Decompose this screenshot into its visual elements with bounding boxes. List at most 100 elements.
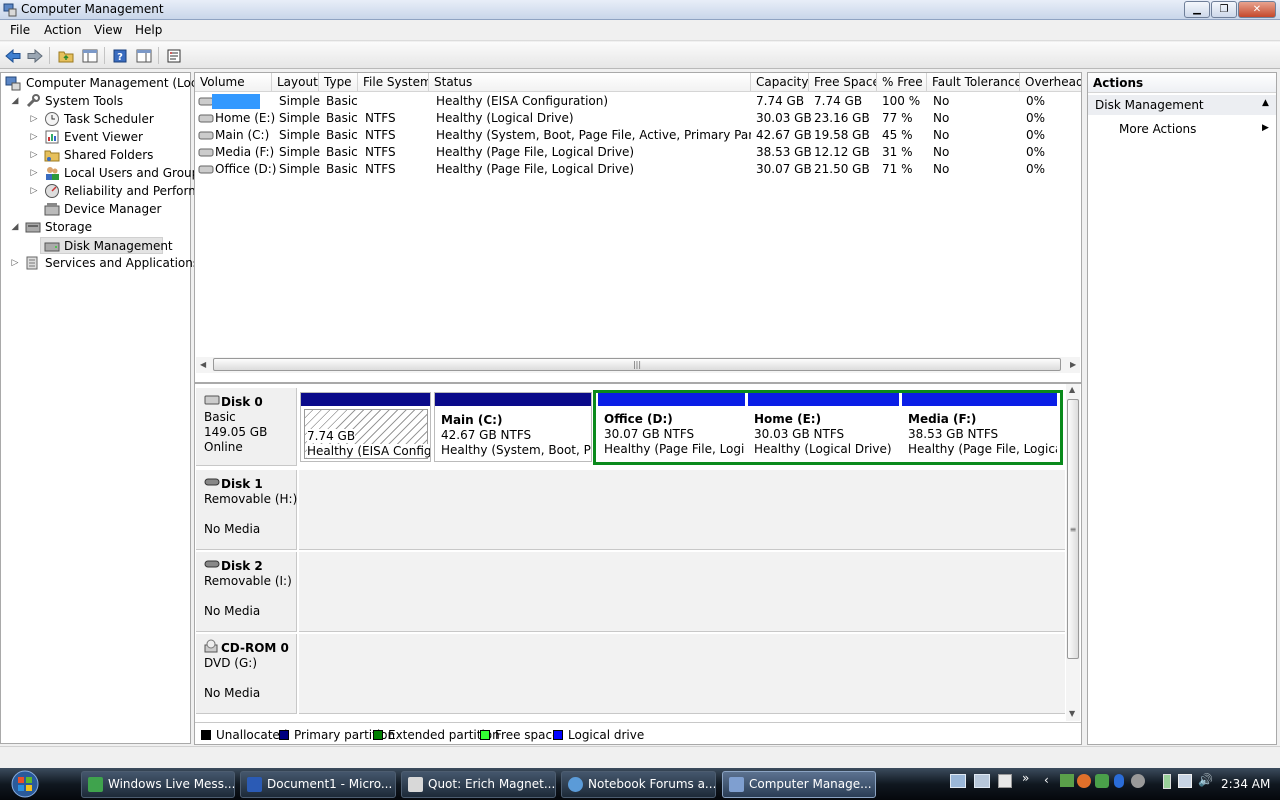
taskbar-item-quote-window[interactable]: Quot: Erich Magnet...	[401, 771, 556, 798]
tree-item-event-viewer[interactable]: ▷ Event Viewer	[1, 129, 190, 146]
collapsed-triangle-icon[interactable]: ▷	[29, 147, 39, 164]
quick-launch-desktop-icon[interactable]	[950, 774, 966, 788]
expanded-triangle-icon[interactable]: ◢	[10, 219, 20, 236]
column-header[interactable]: Capacity	[751, 73, 809, 92]
tray-app-icon[interactable]	[1131, 774, 1145, 788]
partition-main-c[interactable]: Main (C:) 42.67 GB NTFS Healthy (System,…	[434, 392, 592, 462]
taskbar-item-computer-management[interactable]: Computer Manage...	[722, 771, 876, 798]
quick-launch-switch-icon[interactable]	[974, 774, 990, 788]
cell-capacity: 30.03 GB	[756, 111, 812, 125]
tree-item-task-scheduler[interactable]: ▷ Task Scheduler	[1, 111, 190, 128]
disk-view-vertical-scrollbar[interactable]: ▲ ≡ ▼	[1066, 384, 1080, 721]
menu-action[interactable]: Action	[44, 23, 82, 37]
tree-item-computer-management[interactable]: Computer Management (Local	[1, 75, 208, 92]
start-button[interactable]	[4, 769, 46, 799]
volume-list-horizontal-scrollbar[interactable]: ◀ ||| ▶	[196, 357, 1080, 373]
scroll-up-icon[interactable]: ▲	[1069, 385, 1075, 394]
scroll-left-icon[interactable]: ◀	[200, 360, 206, 369]
scroll-right-icon[interactable]: ▶	[1070, 360, 1076, 369]
tree-item-shared-folders[interactable]: ▷ Shared Folders	[1, 147, 190, 164]
collapsed-triangle-icon[interactable]: ▷	[29, 165, 39, 182]
tray-battery-icon[interactable]	[1163, 774, 1171, 789]
disk-0-info[interactable]: Disk 0 Basic 149.05 GB Online	[196, 388, 297, 466]
actions-section-disk-management[interactable]: Disk Management ▲	[1088, 95, 1276, 115]
scroll-thumb[interactable]: ≡	[1067, 399, 1079, 659]
cell-pct: 77 %	[882, 111, 913, 125]
volume-name-selected[interactable]	[212, 94, 260, 109]
tree-item-local-users[interactable]: ▷ Local Users and Groups	[1, 165, 206, 182]
tray-network-connection-icon[interactable]	[1178, 774, 1192, 788]
tree-item-services[interactable]: ▷ Services and Applications	[1, 255, 200, 272]
forward-arrow-icon[interactable]	[25, 46, 45, 65]
tray-bluetooth-icon[interactable]	[1114, 774, 1124, 788]
show-hide-tree-icon[interactable]	[80, 46, 100, 65]
column-header[interactable]: Volume	[195, 73, 272, 92]
tree-item-system-tools[interactable]: ◢ System Tools	[1, 93, 190, 110]
tree-item-storage[interactable]: ◢ Storage	[1, 219, 190, 236]
close-button[interactable]: ✕	[1238, 1, 1276, 18]
partition-office-d[interactable]: Office (D:) 30.07 GB NTFS Healthy (Page …	[598, 393, 745, 461]
table-row[interactable]: Main (C:) Simple Basic NTFS Healthy (Sys…	[195, 127, 1081, 144]
menu-file[interactable]: File	[10, 23, 30, 37]
table-row[interactable]: Office (D:) Simple Basic NTFS Healthy (P…	[195, 161, 1081, 178]
collapsed-triangle-icon[interactable]: ▷	[29, 111, 39, 128]
tray-browser-icon[interactable]	[1077, 774, 1091, 788]
expanded-triangle-icon[interactable]: ◢	[10, 93, 20, 110]
tree-item-reliability[interactable]: ▷ Reliability and Performa	[1, 183, 207, 200]
partition-home-e[interactable]: Home (E:) 30.03 GB NTFS Healthy (Logical…	[748, 393, 899, 461]
partition-size: 42.67 GB NTFS	[441, 428, 532, 442]
cell-fs: NTFS	[365, 128, 396, 142]
up-folder-icon[interactable]	[56, 46, 76, 65]
column-header[interactable]: % Free	[877, 73, 927, 92]
column-header[interactable]: Status	[429, 73, 751, 92]
column-header[interactable]: Overhead	[1020, 73, 1081, 92]
tree-label: Local Users and Groups	[64, 166, 206, 180]
column-header[interactable]: Layout	[272, 73, 319, 92]
show-hide-action-pane-icon[interactable]	[134, 46, 154, 65]
partition-status: Healthy (Page File, Logica	[604, 442, 745, 456]
cdrom-0-info[interactable]: CD-ROM 0 DVD (G:) No Media	[196, 634, 297, 714]
menu-view[interactable]: View	[94, 23, 122, 37]
clock[interactable]: 2:34 AM	[1221, 777, 1270, 791]
legend-swatch	[480, 730, 490, 740]
table-row[interactable]: Media (F:) Simple Basic NTFS Healthy (Pa…	[195, 144, 1081, 161]
quick-launch-notepad-icon[interactable]	[998, 774, 1012, 788]
more-actions-item[interactable]: More Actions ▶	[1088, 120, 1276, 138]
tree-item-disk-management[interactable]: Disk Management	[40, 237, 173, 254]
disk-2-info[interactable]: Disk 2 Removable (I:) No Media	[196, 552, 297, 632]
column-header[interactable]: Fault Tolerance	[927, 73, 1020, 92]
cell-fs	[360, 93, 365, 110]
taskbar-item-notebook-forums[interactable]: Notebook Forums a...	[561, 771, 716, 798]
properties-icon[interactable]	[164, 46, 184, 65]
collapsed-triangle-icon[interactable]: ▷	[29, 183, 39, 200]
column-header[interactable]: File System	[358, 73, 429, 92]
maximize-button[interactable]: ❐	[1211, 1, 1237, 18]
quick-launch-expand-icon[interactable]: »	[1022, 771, 1029, 785]
table-row[interactable]: Simple Basic Healthy (EISA Configuration…	[195, 93, 1081, 110]
column-header[interactable]: Type	[319, 73, 358, 92]
disk-1-info[interactable]: Disk 1 Removable (H:) No Media	[196, 470, 297, 550]
back-arrow-icon[interactable]	[3, 46, 23, 65]
tray-network-icon[interactable]	[1060, 774, 1074, 787]
word-icon	[247, 777, 262, 792]
tray-expand-icon[interactable]: ‹	[1044, 773, 1049, 787]
column-header[interactable]: Free Space	[809, 73, 877, 92]
tray-volume-icon[interactable]: 🔊	[1198, 773, 1213, 787]
collapse-up-icon[interactable]: ▲	[1262, 98, 1269, 108]
collapsed-triangle-icon[interactable]: ▷	[10, 255, 20, 272]
scroll-thumb[interactable]: |||	[213, 358, 1061, 371]
tree-item-device-manager[interactable]: Device Manager	[1, 201, 190, 218]
menu-help[interactable]: Help	[135, 23, 162, 37]
partition-unallocated-eisa[interactable]: 7.74 GB Healthy (EISA Configu	[300, 392, 431, 462]
scroll-down-icon[interactable]: ▼	[1069, 709, 1075, 718]
tray-messenger-icon[interactable]	[1095, 774, 1109, 788]
taskbar-item-word-document[interactable]: Document1 - Micro...	[240, 771, 396, 798]
minimize-button[interactable]: ▁	[1184, 1, 1210, 18]
cell-overhead: 0%	[1026, 162, 1046, 176]
help-icon[interactable]: ?	[110, 46, 130, 65]
taskbar-item-windows-live-messenger[interactable]: Windows Live Mess...	[81, 771, 235, 798]
table-row[interactable]: Home (E:) Simple Basic NTFS Healthy (Log…	[195, 110, 1081, 127]
cell-volume: Media (F:)	[215, 145, 275, 159]
collapsed-triangle-icon[interactable]: ▷	[29, 129, 39, 146]
partition-media-f[interactable]: Media (F:) 38.53 GB NTFS Healthy (Page F…	[902, 393, 1057, 461]
